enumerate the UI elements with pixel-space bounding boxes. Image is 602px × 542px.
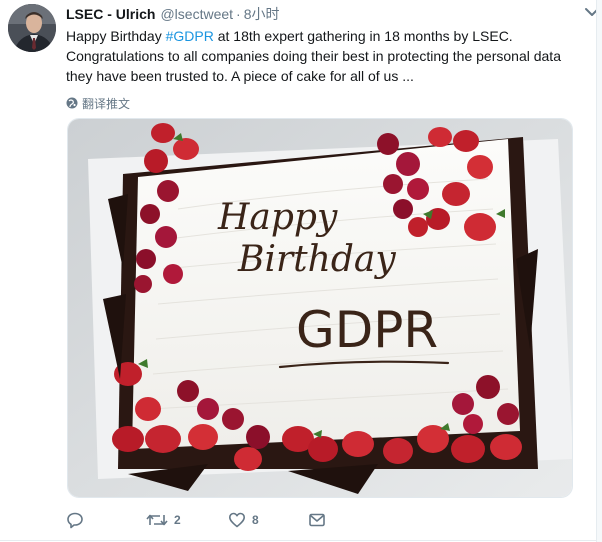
reply-button[interactable] xyxy=(66,508,90,532)
cake-text-birthday: Birthday xyxy=(237,239,396,280)
separator: · xyxy=(236,6,241,22)
heart-icon xyxy=(229,512,245,528)
tweet-header: LSEC - Ulrich @lsectweet · 8小时 xyxy=(66,4,576,24)
cake-photo: Happy Birthday GDPR xyxy=(68,119,572,497)
hashtag-link[interactable]: #GDPR xyxy=(166,28,214,44)
tweet-actions: 2 8 xyxy=(66,508,366,532)
cake-text-happy: Happy xyxy=(217,197,338,238)
tweet-photo[interactable]: Happy Birthday GDPR xyxy=(67,118,573,498)
avatar[interactable] xyxy=(8,4,56,52)
author-name[interactable]: LSEC - Ulrich xyxy=(66,4,155,24)
translate-tweet-link[interactable]: 翻译推文 xyxy=(66,95,576,111)
author-handle[interactable]: @lsectweet xyxy=(160,4,233,24)
retweet-icon xyxy=(146,514,168,526)
translate-label: 翻译推文 xyxy=(82,96,131,111)
retweet-count: 2 xyxy=(174,513,181,527)
globe-icon xyxy=(66,97,78,109)
tweet-text: Happy Birthday #GDPR at 18th expert gath… xyxy=(66,26,566,86)
tweet: LSEC - Ulrich @lsectweet · 8小时 Happy Bir… xyxy=(0,0,602,542)
envelope-icon xyxy=(309,513,325,527)
reply-icon xyxy=(67,512,83,529)
tweet-text-before: Happy Birthday xyxy=(66,28,166,44)
direct-message-button[interactable] xyxy=(308,508,326,532)
tweet-content: LSEC - Ulrich @lsectweet · 8小时 Happy Bir… xyxy=(66,4,576,111)
like-button[interactable]: 8 xyxy=(228,508,259,532)
divider xyxy=(0,540,596,541)
timestamp[interactable]: 8小时 xyxy=(244,4,280,24)
avatar-image xyxy=(8,4,56,52)
like-count: 8 xyxy=(252,513,259,527)
retweet-button[interactable]: 2 xyxy=(146,508,181,532)
scrollbar[interactable] xyxy=(596,0,602,542)
cake-text-gdpr: GDPR xyxy=(296,301,438,359)
